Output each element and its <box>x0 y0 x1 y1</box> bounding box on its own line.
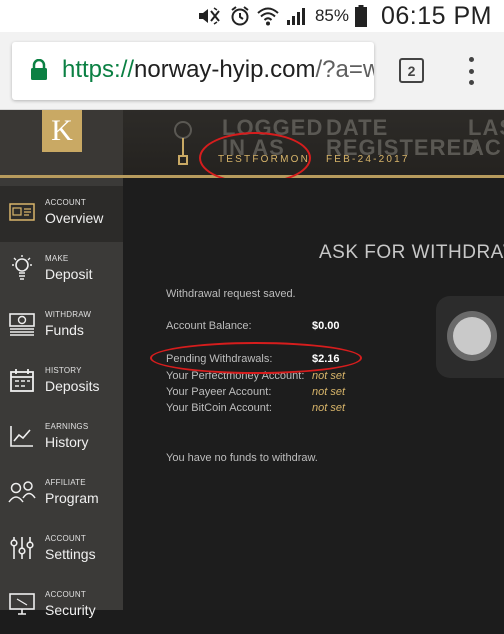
battery-icon <box>354 5 367 27</box>
row-label: Your Payeer Account: <box>166 386 272 398</box>
floating-assistive-button[interactable] <box>436 296 504 378</box>
site-logo[interactable]: K <box>42 110 82 152</box>
id-card-icon <box>8 198 36 226</box>
last-access-label: LAS AC <box>468 115 504 160</box>
page-title: ASK FOR WITHDRAW <box>319 242 504 263</box>
tab-switcher-button[interactable]: 2 <box>399 58 424 83</box>
sidebar-item-label: Program <box>45 490 99 506</box>
row-value: not set <box>312 370 346 382</box>
wifi-icon <box>257 6 279 26</box>
chart-icon <box>8 422 36 450</box>
assistive-core <box>453 317 491 355</box>
payeer-row: Your Payeer Account: not set <box>166 386 345 398</box>
sidebar-item-small: EARNINGS <box>45 422 89 431</box>
browser-toolbar: https://norway-hyip.com/?a=w 2 <box>0 32 504 110</box>
alarm-icon <box>229 5 251 27</box>
url-host: norway-hyip.com <box>134 56 316 83</box>
sidebar-item-label: History <box>45 434 89 450</box>
battery-percent: 85% <box>314 6 349 25</box>
address-bar[interactable]: https://norway-hyip.com/?a=w <box>12 42 374 100</box>
row-value: not set <box>312 386 346 398</box>
account-balance-row: Account Balance: $0.00 <box>166 320 340 332</box>
monitor-icon <box>8 590 36 618</box>
clock: 06:15 PM <box>380 1 492 30</box>
sidebar-item-small: MAKE <box>45 254 69 263</box>
overflow-menu-icon[interactable] <box>466 57 476 85</box>
sidebar: ACCOUNT Overview MAKE Deposit WITHDRAW F… <box>0 178 129 618</box>
sidebar-item-label: Settings <box>45 546 96 562</box>
sidebar-item-overview[interactable]: ACCOUNT Overview <box>0 186 129 242</box>
sidebar-item-security[interactable]: ACCOUNT Security <box>0 578 123 634</box>
main-content: ASK FOR WITHDRAW Withdrawal request save… <box>123 178 504 610</box>
lightbulb-icon <box>8 254 36 282</box>
status-icons: 85% 06:15 PM <box>197 0 492 32</box>
url-text: https://norway-hyip.com/?a=w <box>62 56 374 84</box>
sidebar-item-deposit[interactable]: MAKE Deposit <box>0 242 123 298</box>
date-registered: FEB-24-2017 <box>326 154 410 165</box>
annotation-circle-username <box>199 132 311 184</box>
sliders-icon <box>8 534 36 562</box>
logo-column: K <box>0 110 123 178</box>
calendar-icon <box>8 366 36 394</box>
sidebar-item-affiliate[interactable]: AFFILIATE Program <box>0 466 123 522</box>
sidebar-item-funds[interactable]: WITHDRAW Funds <box>0 298 123 354</box>
no-funds-message: You have no funds to withdraw. <box>166 452 318 464</box>
sidebar-item-small: AFFILIATE <box>45 478 86 487</box>
signal-icon <box>285 6 307 26</box>
status-message: Withdrawal request saved. <box>166 288 296 300</box>
status-bar: 85% 06:15 PM <box>0 0 504 32</box>
annotation-circle-pending <box>150 342 362 374</box>
sidebar-item-label: Security <box>45 602 96 618</box>
sidebar-item-small: ACCOUNT <box>45 534 86 543</box>
sidebar-item-settings[interactable]: ACCOUNT Settings <box>0 522 123 578</box>
sidebar-item-label: Funds <box>45 322 84 338</box>
date-registered-label: DATE REGISTERED <box>326 115 480 160</box>
row-value: $0.00 <box>312 320 340 332</box>
row-value: not set <box>312 402 346 414</box>
sidebar-item-small: ACCOUNT <box>45 198 86 207</box>
sidebar-item-deposits-history[interactable]: HISTORY Deposits <box>0 354 123 410</box>
sidebar-item-label: Deposits <box>45 378 100 394</box>
row-label: Your BitCoin Account: <box>166 402 272 414</box>
user-icon <box>174 121 192 165</box>
row-label: Account Balance: <box>166 320 252 332</box>
mute-icon <box>197 6 223 26</box>
sidebar-item-small: ACCOUNT <box>45 590 86 599</box>
url-scheme: https:// <box>62 56 135 83</box>
sidebar-item-small: HISTORY <box>45 366 82 375</box>
money-icon <box>8 310 36 338</box>
sidebar-item-earnings-history[interactable]: EARNINGS History <box>0 410 123 466</box>
sidebar-item-small: WITHDRAW <box>45 310 92 319</box>
lock-icon <box>30 58 48 86</box>
url-path: /?a=w <box>315 56 374 83</box>
users-icon <box>8 478 36 506</box>
sidebar-item-label: Overview <box>45 210 104 226</box>
sidebar-item-label: Deposit <box>45 266 93 282</box>
bitcoin-row: Your BitCoin Account: not set <box>166 402 345 414</box>
